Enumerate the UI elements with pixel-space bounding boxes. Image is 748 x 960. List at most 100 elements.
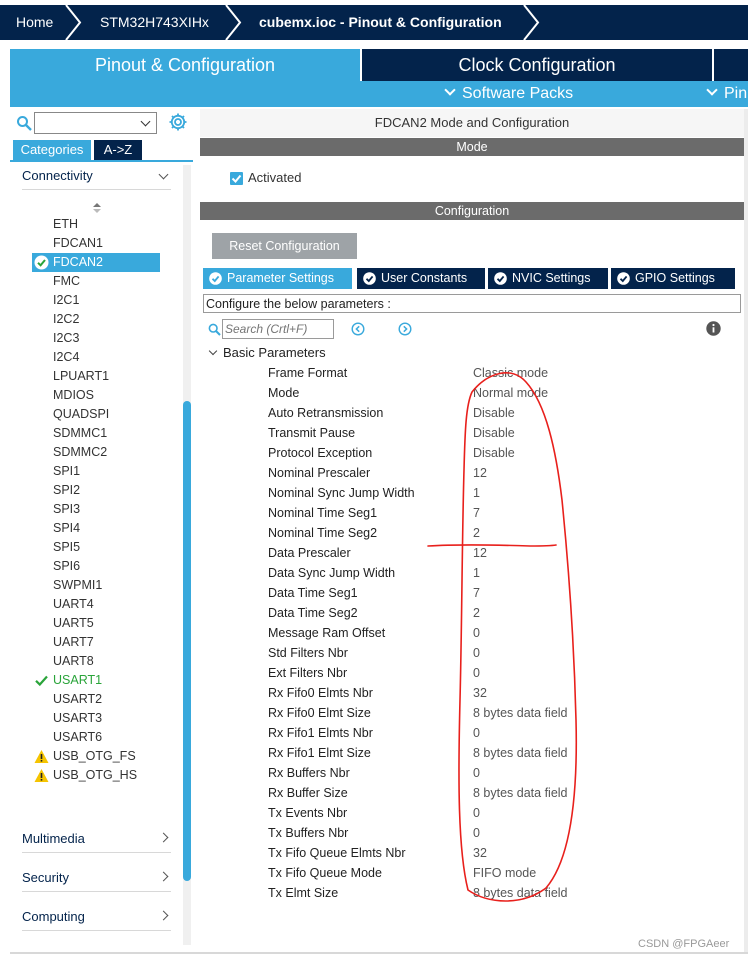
- peripheral-item[interactable]: MDIOS: [32, 386, 182, 405]
- section-connectivity[interactable]: Connectivity: [22, 162, 171, 190]
- parameter-value[interactable]: 1: [473, 483, 480, 503]
- peripheral-item[interactable]: SPI4: [32, 519, 182, 538]
- tab-overflow[interactable]: [714, 49, 748, 81]
- parameter-value[interactable]: 1: [473, 563, 480, 583]
- software-packs-menu[interactable]: Software Packs: [442, 81, 573, 107]
- parameter-row[interactable]: Mode Normal mode: [200, 383, 744, 403]
- parameter-row[interactable]: Rx Fifo0 Elmt Size 8 bytes data field: [200, 703, 744, 723]
- parameter-value[interactable]: 7: [473, 503, 480, 523]
- parameter-value[interactable]: 8 bytes data field: [473, 703, 568, 723]
- reset-configuration-button[interactable]: Reset Configuration: [212, 233, 357, 259]
- parameter-value[interactable]: 12: [473, 463, 487, 483]
- peripheral-item[interactable]: I2C1: [32, 291, 182, 310]
- checkbox-checked-icon[interactable]: [230, 172, 243, 185]
- parameter-row[interactable]: Rx Buffer Size 8 bytes data field: [200, 783, 744, 803]
- parameter-row[interactable]: Auto Retransmission Disable: [200, 403, 744, 423]
- scrollbar-thumb[interactable]: [183, 401, 191, 881]
- peripheral-item[interactable]: USART1: [32, 671, 182, 690]
- search-icon[interactable]: [16, 115, 32, 131]
- parameter-value[interactable]: 2: [473, 523, 480, 543]
- peripheral-item[interactable]: FDCAN2: [32, 253, 160, 272]
- next-result-icon[interactable]: [398, 322, 412, 336]
- breadcrumb-device[interactable]: STM32H743XIHx: [100, 5, 209, 40]
- parameter-value[interactable]: 2: [473, 603, 480, 623]
- peripheral-item[interactable]: I2C2: [32, 310, 182, 329]
- parameter-row[interactable]: Tx Fifo Queue Mode FIFO mode: [200, 863, 744, 883]
- peripheral-item[interactable]: USART2: [32, 690, 182, 709]
- tab-clock-configuration[interactable]: Clock Configuration: [362, 49, 712, 81]
- peripheral-item[interactable]: SWPMI1: [32, 576, 182, 595]
- tab-pinout-configuration[interactable]: Pinout & Configuration: [10, 49, 360, 81]
- parameter-row[interactable]: Ext Filters Nbr 0: [200, 663, 744, 683]
- parameter-search-input[interactable]: [222, 319, 334, 339]
- peripheral-item[interactable]: QUADSPI: [32, 405, 182, 424]
- activated-checkbox[interactable]: Activated: [230, 170, 301, 186]
- tab-gpio-settings[interactable]: GPIO Settings: [611, 268, 735, 289]
- breadcrumb-file[interactable]: cubemx.ioc - Pinout & Configuration: [259, 5, 502, 40]
- parameter-row[interactable]: Std Filters Nbr 0: [200, 643, 744, 663]
- peripheral-item[interactable]: USART6: [32, 728, 182, 747]
- peripheral-item[interactable]: UART7: [32, 633, 182, 652]
- parameter-row[interactable]: Rx Fifo1 Elmt Size 8 bytes data field: [200, 743, 744, 763]
- parameter-value[interactable]: 7: [473, 583, 480, 603]
- parameter-row[interactable]: Frame Format Classic mode: [200, 363, 744, 383]
- peripheral-item[interactable]: USART3: [32, 709, 182, 728]
- parameter-value[interactable]: 8 bytes data field: [473, 743, 568, 763]
- parameter-row[interactable]: Data Prescaler 12: [200, 543, 744, 563]
- peripheral-item[interactable]: UART4: [32, 595, 182, 614]
- parameter-value[interactable]: 32: [473, 843, 487, 863]
- scrollbar-track[interactable]: [744, 109, 748, 952]
- parameter-value[interactable]: Disable: [473, 423, 515, 443]
- parameter-value[interactable]: 0: [473, 663, 480, 683]
- peripheral-item[interactable]: SPI6: [32, 557, 182, 576]
- breadcrumb-home[interactable]: Home: [16, 5, 53, 40]
- tab-categories[interactable]: Categories: [13, 140, 91, 160]
- parameter-value[interactable]: 8 bytes data field: [473, 783, 568, 803]
- peripheral-item[interactable]: SDMMC1: [32, 424, 182, 443]
- peripheral-item[interactable]: UART8: [32, 652, 182, 671]
- parameter-row[interactable]: Nominal Prescaler 12: [200, 463, 744, 483]
- parameter-value[interactable]: Disable: [473, 443, 515, 463]
- parameter-row[interactable]: Rx Buffers Nbr 0: [200, 763, 744, 783]
- parameter-row[interactable]: Nominal Time Seg1 7: [200, 503, 744, 523]
- peripheral-item[interactable]: I2C4: [32, 348, 182, 367]
- parameter-row[interactable]: Transmit Pause Disable: [200, 423, 744, 443]
- peripheral-item[interactable]: SPI2: [32, 481, 182, 500]
- parameter-row[interactable]: Tx Events Nbr 0: [200, 803, 744, 823]
- peripheral-item[interactable]: I2C3: [32, 329, 182, 348]
- parameter-row[interactable]: Message Ram Offset 0: [200, 623, 744, 643]
- peripheral-item[interactable]: SPI1: [32, 462, 182, 481]
- info-icon[interactable]: [706, 321, 721, 336]
- tab-parameter-settings[interactable]: Parameter Settings: [203, 268, 352, 289]
- parameter-value[interactable]: Classic mode: [473, 363, 548, 383]
- parameter-value[interactable]: 0: [473, 643, 480, 663]
- peripheral-item[interactable]: FDCAN1: [32, 234, 182, 253]
- section-computing[interactable]: Computing: [22, 903, 171, 931]
- parameter-row[interactable]: Tx Elmt Size 8 bytes data field: [200, 883, 744, 903]
- peripheral-item[interactable]: LPUART1: [32, 367, 182, 386]
- parameter-row[interactable]: Data Time Seg2 2: [200, 603, 744, 623]
- parameter-value[interactable]: 8 bytes data field: [473, 883, 568, 903]
- peripheral-item[interactable]: ETH: [32, 215, 182, 234]
- sort-icon[interactable]: [92, 201, 102, 215]
- parameter-row[interactable]: Rx Fifo1 Elmts Nbr 0: [200, 723, 744, 743]
- tab-user-constants[interactable]: User Constants: [357, 268, 485, 289]
- peripheral-item[interactable]: SPI3: [32, 500, 182, 519]
- peripheral-item[interactable]: USB_OTG_HS: [32, 766, 182, 785]
- peripheral-item[interactable]: SPI5: [32, 538, 182, 557]
- parameter-row[interactable]: Rx Fifo0 Elmts Nbr 32: [200, 683, 744, 703]
- section-security[interactable]: Security: [22, 864, 171, 892]
- parameter-value[interactable]: FIFO mode: [473, 863, 536, 883]
- peripheral-item[interactable]: FMC: [32, 272, 182, 291]
- gear-icon[interactable]: [167, 111, 189, 133]
- parameter-row[interactable]: Nominal Time Seg2 2: [200, 523, 744, 543]
- parameter-row[interactable]: Data Time Seg1 7: [200, 583, 744, 603]
- section-multimedia[interactable]: Multimedia: [22, 825, 171, 853]
- category-search-combo[interactable]: [34, 112, 157, 134]
- parameter-value[interactable]: 0: [473, 623, 480, 643]
- peripheral-item[interactable]: USB_OTG_FS: [32, 747, 182, 766]
- tab-nvic-settings[interactable]: NVIC Settings: [488, 268, 608, 289]
- parameter-value[interactable]: 0: [473, 763, 480, 783]
- parameter-value[interactable]: 0: [473, 803, 480, 823]
- parameter-row[interactable]: Protocol Exception Disable: [200, 443, 744, 463]
